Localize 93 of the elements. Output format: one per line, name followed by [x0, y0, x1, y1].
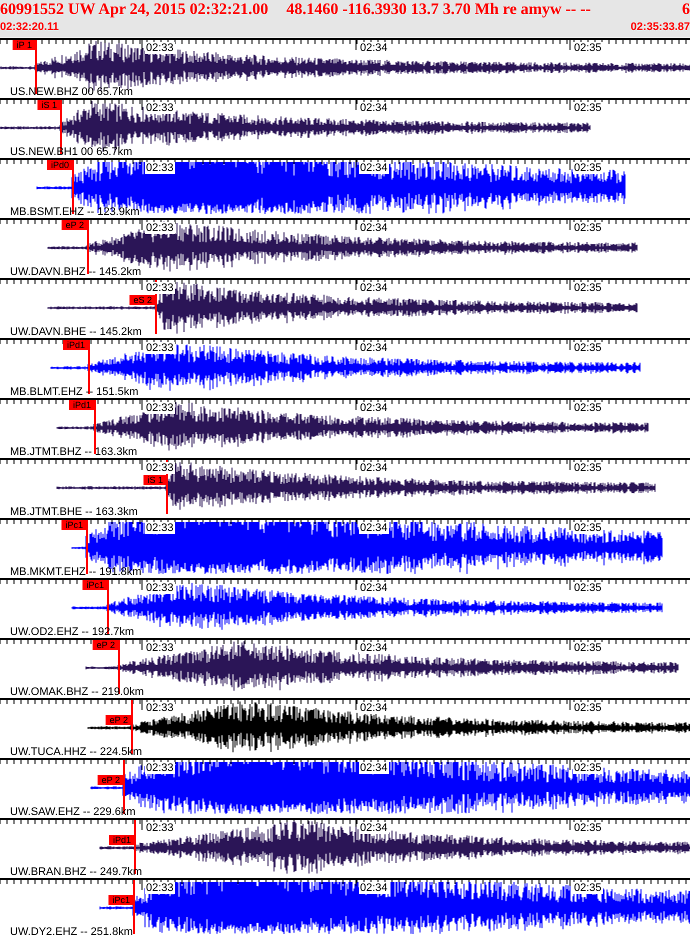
pick-line	[133, 880, 135, 934]
pick-tag[interactable]: iPc1	[61, 520, 87, 530]
pick-tag[interactable]: iPc1	[108, 895, 134, 905]
time-label: 02:34	[359, 522, 389, 534]
pick-tag[interactable]: iPc1	[82, 580, 108, 590]
time-label: 02:35	[573, 702, 603, 714]
time-label: 02:34	[359, 462, 389, 474]
time-label: 02:33	[145, 762, 175, 774]
pick-tag[interactable]: iPd0	[46, 160, 73, 170]
pick-tag[interactable]: iS 1	[143, 475, 167, 485]
time-label: 02:34	[359, 402, 389, 414]
time-label: 02:34	[359, 42, 389, 54]
time-label: 02:33	[145, 822, 175, 834]
time-label: 02:34	[359, 702, 389, 714]
time-label: 02:35	[573, 102, 603, 114]
time-label: 02:34	[359, 162, 389, 174]
pick-line	[123, 760, 125, 814]
station-label: UW.TUCA.HHZ -- 224.5km	[10, 746, 142, 758]
station-label: MB.BLMT.EHZ -- 151.5km	[10, 386, 138, 398]
event-location: 48.1460 -116.3930 13.7 3.70 Mh re amyw -- --	[286, 0, 591, 20]
event-title: 60991552 UW Apr 24, 2015 02:32:21.00	[0, 0, 268, 20]
pick-tag[interactable]: eP 2	[92, 640, 119, 650]
time-label: 02:33	[145, 42, 175, 54]
time-label: 02:35	[573, 342, 603, 354]
time-label: 02:34	[359, 102, 389, 114]
time-label: 02:33	[145, 162, 175, 174]
pick-line	[35, 40, 37, 94]
pick-tag[interactable]: eS 2	[129, 295, 156, 305]
time-label: 02:33	[145, 882, 175, 894]
station-label: MB.JTMT.BHZ -- 163.3km	[10, 446, 138, 458]
station-label: UW.DAVN.BHE -- 145.2km	[10, 326, 142, 338]
pick-tag[interactable]: iPd1	[108, 835, 135, 845]
time-label: 02:33	[145, 462, 175, 474]
start-time: 02:32:20.11	[0, 20, 59, 34]
station-label: UW.DAVN.BHZ -- 145.2km	[10, 266, 142, 278]
pick-line	[86, 520, 88, 574]
pick-line	[94, 400, 96, 454]
pick-line	[107, 580, 109, 634]
pick-tag[interactable]: iPd1	[62, 340, 89, 350]
station-label: UW.OD2.EHZ -- 192.7km	[10, 626, 134, 638]
pick-line	[72, 160, 74, 214]
time-label: 02:34	[359, 282, 389, 294]
time-label: 02:34	[359, 822, 389, 834]
time-label: 02:34	[359, 222, 389, 234]
time-label: 02:34	[359, 642, 389, 654]
end-time: 02:35:33.87	[630, 20, 690, 34]
station-label: MB.MKMT.EHZ -- 191.8km	[10, 566, 142, 578]
time-label: 02:33	[145, 342, 175, 354]
time-label: 02:35	[573, 582, 603, 594]
station-label: UW.OMAK.BHZ -- 219.0km	[10, 686, 144, 698]
time-label: 02:34	[359, 582, 389, 594]
time-label: 02:35	[573, 762, 603, 774]
time-label: 02:33	[145, 282, 175, 294]
time-label: 02:33	[145, 102, 175, 114]
time-label: 02:35	[573, 522, 603, 534]
pick-line	[134, 820, 136, 874]
time-label: 02:35	[573, 882, 603, 894]
pick-line	[118, 640, 120, 694]
station-label: MB.JTMT.BHE -- 163.3km	[10, 506, 138, 518]
station-label: UW.SAW.EHZ -- 229.6km	[10, 806, 136, 818]
time-label: 02:33	[145, 522, 175, 534]
pick-tag[interactable]: eP 2	[98, 775, 124, 785]
pick-tag[interactable]: iS 1	[37, 100, 61, 110]
station-label: US.NEW.BHZ 00 65.7km	[10, 86, 133, 98]
time-label: 02:35	[573, 402, 603, 414]
time-label: 02:34	[359, 882, 389, 894]
station-label: US.NEW.BH1 00 65.7km	[10, 146, 132, 158]
time-label: 02:33	[145, 642, 175, 654]
pick-tag[interactable]: eP 2	[62, 220, 88, 230]
pick-line	[60, 100, 62, 154]
time-label: 02:34	[359, 762, 389, 774]
time-label: 02:33	[145, 702, 175, 714]
time-label: 02:35	[573, 282, 603, 294]
time-label: 02:35	[573, 162, 603, 174]
pick-line	[88, 340, 90, 394]
pick-line	[87, 220, 89, 274]
station-label: MB.BSMT.EHZ -- 123.9km	[10, 206, 140, 218]
pick-tag[interactable]: iPd1	[68, 400, 95, 410]
time-label: 02:35	[573, 822, 603, 834]
pick-tag[interactable]: eP 2	[106, 715, 132, 725]
pick-line	[131, 700, 133, 754]
time-label: 02:33	[145, 222, 175, 234]
time-label: 02:33	[145, 582, 175, 594]
station-label: UW.BRAN.BHZ -- 249.7km	[10, 866, 142, 878]
time-label: 02:34	[359, 342, 389, 354]
time-label: 02:35	[573, 462, 603, 474]
time-label: 02:35	[573, 222, 603, 234]
time-label: 02:33	[145, 402, 175, 414]
time-label: 02:35	[573, 42, 603, 54]
station-label: UW.DY2.EHZ -- 251.8km	[10, 926, 133, 938]
event-count: 6	[682, 0, 690, 20]
pick-tag[interactable]: iP 1	[12, 40, 36, 50]
time-label: 02:35	[573, 642, 603, 654]
